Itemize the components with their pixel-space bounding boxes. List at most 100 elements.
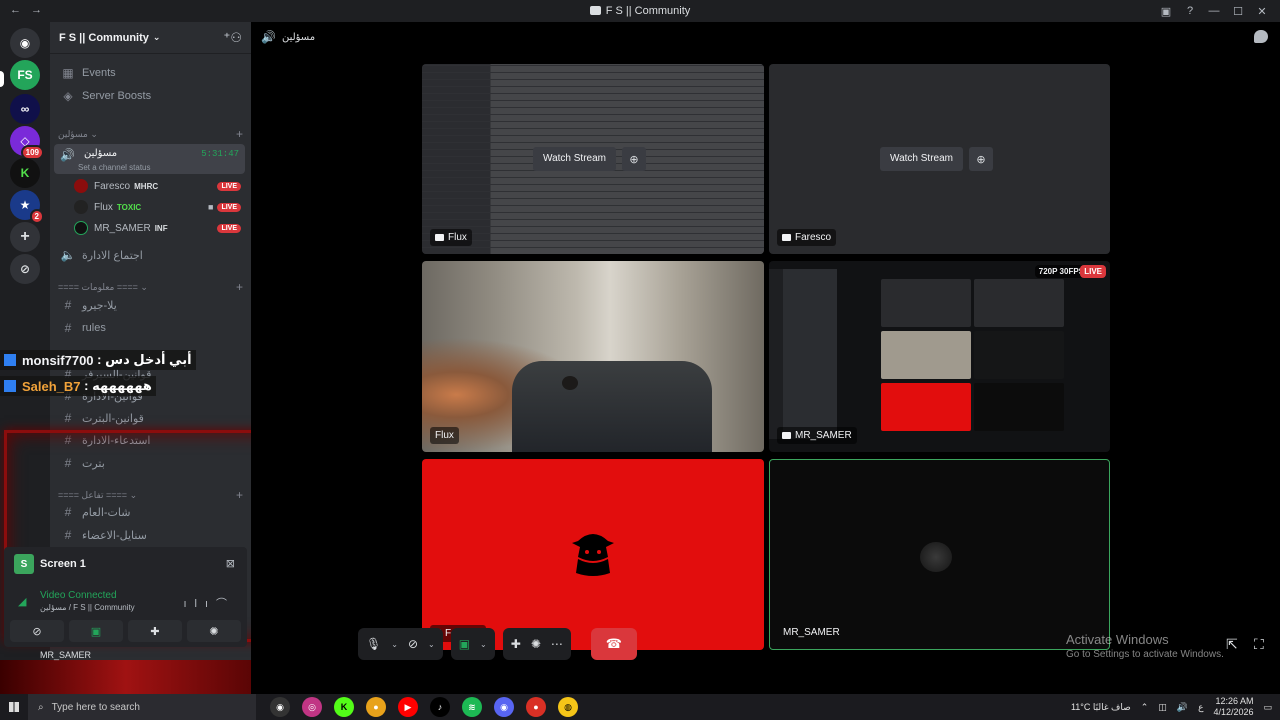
chrome-icon[interactable]: ● — [526, 697, 546, 717]
stream-tile[interactable]: 720P 30FPS LIVE MR_SAMER — [769, 261, 1110, 452]
screen-share-label: S Screen 1 — [14, 554, 86, 574]
server-5[interactable]: ★ 2 — [10, 190, 44, 224]
invite-icon[interactable]: ⁺⚇ — [223, 30, 242, 46]
share-screen-icon[interactable]: ▣ — [459, 637, 470, 651]
nav-server-boosts[interactable]: ◈ Server Boosts — [54, 86, 245, 106]
chevron-down-icon[interactable]: ⌄ — [428, 640, 435, 649]
chat-icon[interactable] — [1254, 30, 1268, 43]
server-fs[interactable]: FS — [0, 60, 40, 90]
server-kick[interactable]: K — [10, 158, 40, 188]
voice-panel-actions[interactable]: ılı⌒ — [183, 595, 235, 611]
soundboard-button[interactable]: ✺ — [187, 620, 241, 642]
monitor-icon — [435, 234, 444, 241]
soundboard-icon[interactable]: ✺ — [531, 637, 541, 651]
window-title: F S || Community — [0, 5, 1280, 17]
server-2[interactable]: ∞ — [10, 94, 40, 124]
server-3[interactable]: ◇ 109 — [10, 126, 44, 160]
watch-stream-button[interactable]: Watch Stream — [533, 147, 616, 171]
popout-icon[interactable]: ⊕ — [621, 147, 646, 171]
clock[interactable]: 12:26 AM 4/12/2026 — [1213, 696, 1253, 718]
app-icon[interactable]: ◍ — [558, 697, 578, 717]
popout-window-icon[interactable]: ⇱ — [1226, 636, 1238, 653]
category-header[interactable]: ==== معلومات ==== ⌄ + — [58, 280, 243, 294]
maximize-button[interactable]: ☐ — [1226, 2, 1250, 20]
camera-tile[interactable]: MR_SAMER — [769, 459, 1110, 650]
network-icon[interactable]: ◫ — [1158, 702, 1167, 713]
monitor-icon — [782, 234, 791, 241]
notification-icon[interactable]: ▭ — [1263, 702, 1272, 713]
minimize-button[interactable]: — — [1202, 2, 1226, 20]
category-header[interactable]: مسؤلين ⌄ + — [58, 127, 243, 141]
hash-icon: # — [64, 298, 72, 312]
discord-home-icon[interactable]: ◉ — [10, 28, 40, 58]
text-channel[interactable]: # rules — [54, 318, 245, 338]
inbox-icon[interactable]: ▣ — [1154, 2, 1178, 20]
popout-icon[interactable]: ⊕ — [968, 147, 993, 171]
activity-icon[interactable]: ✚ — [511, 637, 521, 651]
search-icon: ⌕ — [38, 701, 44, 713]
speaker-icon: 🔊 — [60, 148, 75, 162]
watch-stream-button[interactable]: Watch Stream — [880, 147, 963, 171]
active-voice-channel[interactable]: 🔊 مسؤلين Set a channel status 5:31:47 — [54, 144, 245, 174]
bandit-logo-icon — [572, 534, 614, 576]
instagram-icon[interactable]: ◎ — [302, 697, 322, 717]
stream-tile[interactable]: Watch Stream ⊕ Flux — [422, 64, 764, 254]
extra-controls: ✚ ✺ ⋯ — [502, 628, 571, 660]
hash-icon: # — [64, 411, 72, 425]
title-bar: ←→ F S || Community ▣ ? — ☐ ✕ — [0, 0, 1280, 22]
chevron-up-icon[interactable]: ⌃ — [1141, 702, 1149, 713]
chevron-down-icon[interactable]: ⌄ — [391, 640, 398, 649]
text-channel[interactable]: # قوانين-البترت — [54, 408, 245, 428]
kick-icon[interactable]: K — [334, 697, 354, 717]
add-server-icon[interactable]: + — [10, 222, 40, 252]
camera-tile[interactable]: Flux — [422, 261, 764, 452]
tile-label: Flux — [430, 229, 472, 246]
tile-label: Flux — [430, 427, 459, 444]
more-icon[interactable]: ⋯ — [551, 637, 563, 651]
microphone-icon[interactable]: 🎙 — [366, 637, 381, 651]
server-header[interactable]: F S || Community ⌄ ⁺⚇ — [50, 22, 251, 54]
taskbar-apps: ◉ ◎ K ● ▶ ♪ ≋ ◉ ● ◍ — [270, 697, 578, 717]
stop-stream-icon[interactable]: ⊠ — [226, 557, 235, 570]
voice-member[interactable]: MR_SAMER INF LIVE — [74, 218, 241, 238]
camera-off-icon[interactable]: ⊘ — [408, 637, 418, 651]
nav-events[interactable]: ▦ Events — [54, 63, 245, 83]
start-button[interactable] — [0, 702, 28, 712]
share-screen-button[interactable]: ▣ — [69, 620, 123, 642]
overlay-chat-line: Saleh_B7 : ههههههه — [0, 376, 156, 396]
text-channel[interactable]: # يلا-جيرو — [54, 295, 245, 315]
disconnect-button[interactable]: ☎ — [590, 628, 637, 660]
avatar — [74, 200, 88, 214]
fullscreen-icon[interactable]: ⛶ — [1254, 636, 1264, 653]
volume-icon[interactable]: 🔊 — [1177, 702, 1188, 713]
stream-tile[interactable]: Watch Stream ⊕ Faresco — [769, 64, 1110, 254]
voice-member[interactable]: Faresco MHRC LIVE — [74, 176, 241, 196]
screen-share-control[interactable]: ▣ ⌄ — [450, 628, 495, 660]
chevron-down-icon[interactable]: ⌄ — [480, 640, 487, 649]
obs-icon[interactable]: ◉ — [270, 697, 290, 717]
discord-icon[interactable]: ◉ — [494, 697, 514, 717]
add-channel-icon[interactable]: + — [236, 280, 243, 294]
mic-control[interactable]: 🎙 ⌄ ⊘ ⌄ — [358, 628, 443, 660]
voice-channel[interactable]: 🔈 اجتماع الادارة — [54, 245, 245, 265]
chrome-icon[interactable]: ● — [366, 697, 386, 717]
boost-icon: ◈ — [63, 89, 73, 103]
window-controls: ▣ ? — ☐ ✕ — [1154, 2, 1274, 20]
camera-off-button[interactable]: ⊘ — [10, 620, 64, 642]
close-button[interactable]: ✕ — [1250, 2, 1274, 20]
camera-tile[interactable]: Faresco — [422, 459, 764, 650]
tiktok-icon[interactable]: ♪ — [430, 697, 450, 717]
add-channel-icon[interactable]: + — [236, 127, 243, 141]
spotify-icon[interactable]: ≋ — [462, 697, 482, 717]
voice-member[interactable]: Flux TOXIC ■ LIVE — [74, 197, 241, 217]
discover-icon[interactable]: ⊘ — [10, 254, 40, 284]
help-icon[interactable]: ? — [1178, 2, 1202, 20]
user-bar[interactable]: MR_SAMER — [4, 650, 274, 670]
watch-stream-group: Watch Stream ⊕ — [533, 147, 646, 171]
youtube-icon[interactable]: ▶ — [398, 697, 418, 717]
screen-icon: S — [14, 554, 34, 574]
camera-icon: ■ — [208, 202, 214, 212]
system-tray: 11°C صاف غالبًا ⌃ ◫ 🔊 ع 12:26 AM 4/12/202… — [1070, 696, 1272, 718]
activity-button[interactable]: ✚ — [128, 620, 182, 642]
taskbar-search[interactable]: ⌕ Type here to search — [28, 694, 256, 720]
